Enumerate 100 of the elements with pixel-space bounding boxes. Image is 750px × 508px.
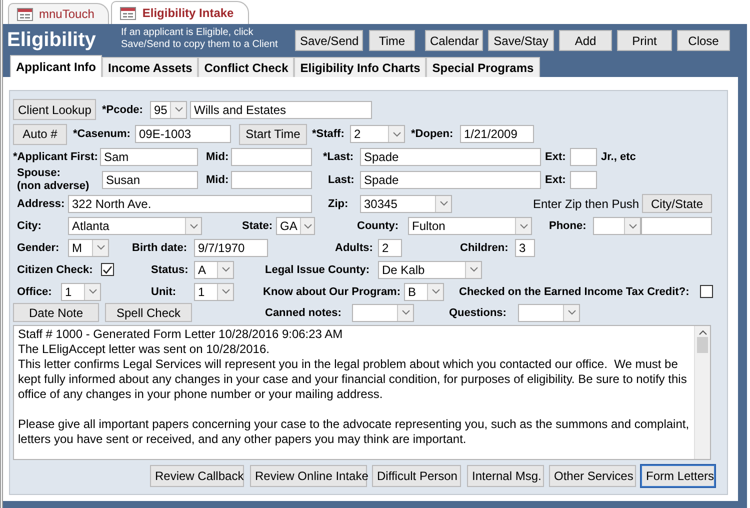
chevron-down-icon — [402, 310, 410, 315]
input-field[interactable]: Sam — [100, 148, 198, 166]
form-tab[interactable]: Applicant Info — [10, 55, 102, 77]
field-label: Unit: — [151, 286, 175, 298]
field-label: Ext: — [545, 150, 567, 162]
form-tab[interactable]: Income Assets — [102, 57, 198, 77]
field-label: *Staff: — [312, 128, 346, 140]
action-button[interactable]: Difficult Person — [372, 465, 461, 487]
field-label: *Applicant First: — [13, 150, 99, 162]
toolbar-button[interactable]: Add — [559, 30, 612, 51]
dropdown-field[interactable] — [518, 304, 580, 322]
form-tab[interactable]: Special Programs — [426, 57, 540, 77]
field-label: Phone: — [549, 220, 588, 232]
field-label: Legal Issue County: — [265, 264, 371, 276]
input-field[interactable]: 1/21/2009 — [460, 125, 534, 143]
form-button[interactable]: Auto # — [13, 124, 67, 144]
input-field[interactable] — [641, 217, 712, 235]
field-label: Adults: — [335, 242, 373, 254]
form-icon — [17, 8, 33, 20]
form-button[interactable]: Spell Check — [105, 303, 192, 322]
toolbar-button[interactable]: Print — [617, 30, 672, 51]
form-tab[interactable]: Eligibility Info Charts — [294, 57, 426, 77]
field-label: State: — [242, 220, 274, 232]
dropdown-field[interactable] — [593, 217, 641, 235]
notes-field[interactable]: Staff # 1000 - Generated Form Letter 10/28/2016 9:06:23 AM The LEligAccept letter was sent on 10/28/2016. This letter confirms Legal Services will represent you in the legal problem about which you contacted our office. We must be kept fully informed about any changes in your case and your financial condition, for purposes of eligibility. Be sure to notify this office of any changes in your phone number or your mailing address. Please give all important papers concerning your case to the advocate representing you, such as the summons and complaint, letters you have sent or received, and any other papers you may think are important. — [13, 325, 711, 460]
dropdown-field[interactable]: 1 — [61, 282, 101, 300]
input-field[interactable] — [570, 148, 597, 166]
chevron-down-icon — [628, 224, 636, 228]
action-button[interactable]: Review Callback — [150, 465, 244, 487]
chevron-down-icon — [190, 224, 198, 228]
field-label: (non adverse) — [17, 180, 89, 192]
action-button[interactable]: Other Services — [549, 465, 636, 487]
chevron-down-icon — [96, 245, 104, 250]
input-field[interactable]: Spade — [360, 170, 541, 188]
dropdown-field[interactable]: GA — [276, 217, 315, 235]
form-button[interactable]: City/State — [642, 194, 712, 213]
form-tab[interactable]: Conflict Check — [198, 57, 294, 77]
scroll-up-icon — [698, 330, 706, 335]
field-label: County: — [357, 220, 400, 232]
dropdown-field[interactable]: B — [404, 282, 444, 300]
dropdown-field[interactable]: 2 — [350, 125, 405, 143]
field-label: Canned notes: — [265, 306, 341, 318]
field-label: Last: — [328, 174, 356, 186]
field-label: Address: — [17, 198, 66, 210]
input-field[interactable]: Susan — [102, 170, 198, 188]
input-field[interactable] — [570, 170, 597, 188]
chevron-down-icon — [174, 107, 183, 112]
input-field[interactable]: 322 North Ave. — [68, 194, 312, 212]
dropdown-field[interactable]: De Kalb — [378, 260, 482, 278]
hint-text: If an applicant is Eligible, click Save/Send to copy them to a Client — [121, 26, 279, 50]
dropdown-field[interactable]: A — [194, 260, 234, 278]
toolbar-button[interactable]: Time — [369, 30, 415, 51]
field-label: City: — [17, 220, 42, 232]
field-label: Checked on the Earned Income Tax Credit?: — [459, 286, 690, 298]
input-field[interactable] — [231, 148, 312, 166]
field-label: *Casenum: — [73, 128, 132, 140]
scroll-thumb[interactable] — [697, 337, 708, 353]
form-button[interactable]: Date Note — [13, 303, 99, 322]
chevron-down-icon — [432, 289, 440, 294]
form-icon — [120, 6, 136, 20]
dropdown-field[interactable]: M — [68, 238, 109, 256]
toolbar-button[interactable]: Calendar — [425, 30, 483, 51]
input-field[interactable]: 9/7/1970 — [194, 238, 268, 256]
document-tab[interactable]: mnuTouch — [8, 3, 110, 24]
action-button[interactable]: Form Letters — [641, 465, 715, 487]
scrollbar[interactable] — [694, 326, 710, 459]
field-label: Gender: — [17, 242, 60, 254]
toolbar-button[interactable]: Save/Send — [295, 30, 363, 51]
field-label: Ext: — [545, 174, 567, 186]
input-field[interactable]: 3 — [515, 238, 535, 256]
input-field[interactable]: Wills and Estates — [190, 100, 372, 118]
hint-text: Enter Zip then Push — [533, 196, 637, 210]
form-button[interactable]: Client Lookup — [13, 99, 96, 120]
dropdown-field[interactable]: 1 — [194, 282, 234, 300]
form-title: Eligibility — [7, 29, 97, 52]
field-label: Birth date: — [132, 242, 188, 254]
chevron-down-icon — [440, 201, 448, 206]
check-icon — [103, 266, 112, 274]
input-field[interactable]: 2 — [378, 238, 402, 256]
chevron-down-icon — [392, 132, 400, 136]
field-label: Status: — [151, 264, 189, 276]
chevron-down-icon — [88, 289, 96, 294]
input-field[interactable]: Spade — [360, 148, 541, 166]
dropdown-field[interactable]: Atlanta — [68, 217, 202, 235]
input-field[interactable] — [231, 170, 312, 188]
toolbar-button[interactable]: Close — [677, 30, 730, 51]
dropdown-field[interactable]: Fulton — [408, 217, 532, 235]
document-tab[interactable]: Eligibility Intake — [111, 1, 249, 24]
field-label: Questions: — [449, 306, 507, 318]
toolbar-button[interactable]: Save/Stay — [488, 30, 554, 51]
dropdown-field[interactable] — [352, 304, 414, 322]
form-button[interactable]: Start Time — [239, 124, 307, 144]
dropdown-field[interactable]: 30345 — [360, 194, 452, 212]
input-field[interactable]: 09E-1003 — [135, 125, 231, 143]
checkbox[interactable] — [700, 285, 713, 298]
chevron-down-icon — [222, 289, 230, 294]
checkbox[interactable] — [101, 263, 114, 276]
action-button[interactable]: Internal Msg. — [467, 465, 544, 487]
dropdown-field[interactable]: 95 — [150, 100, 187, 118]
action-button[interactable]: Review Online Intake — [250, 465, 367, 487]
